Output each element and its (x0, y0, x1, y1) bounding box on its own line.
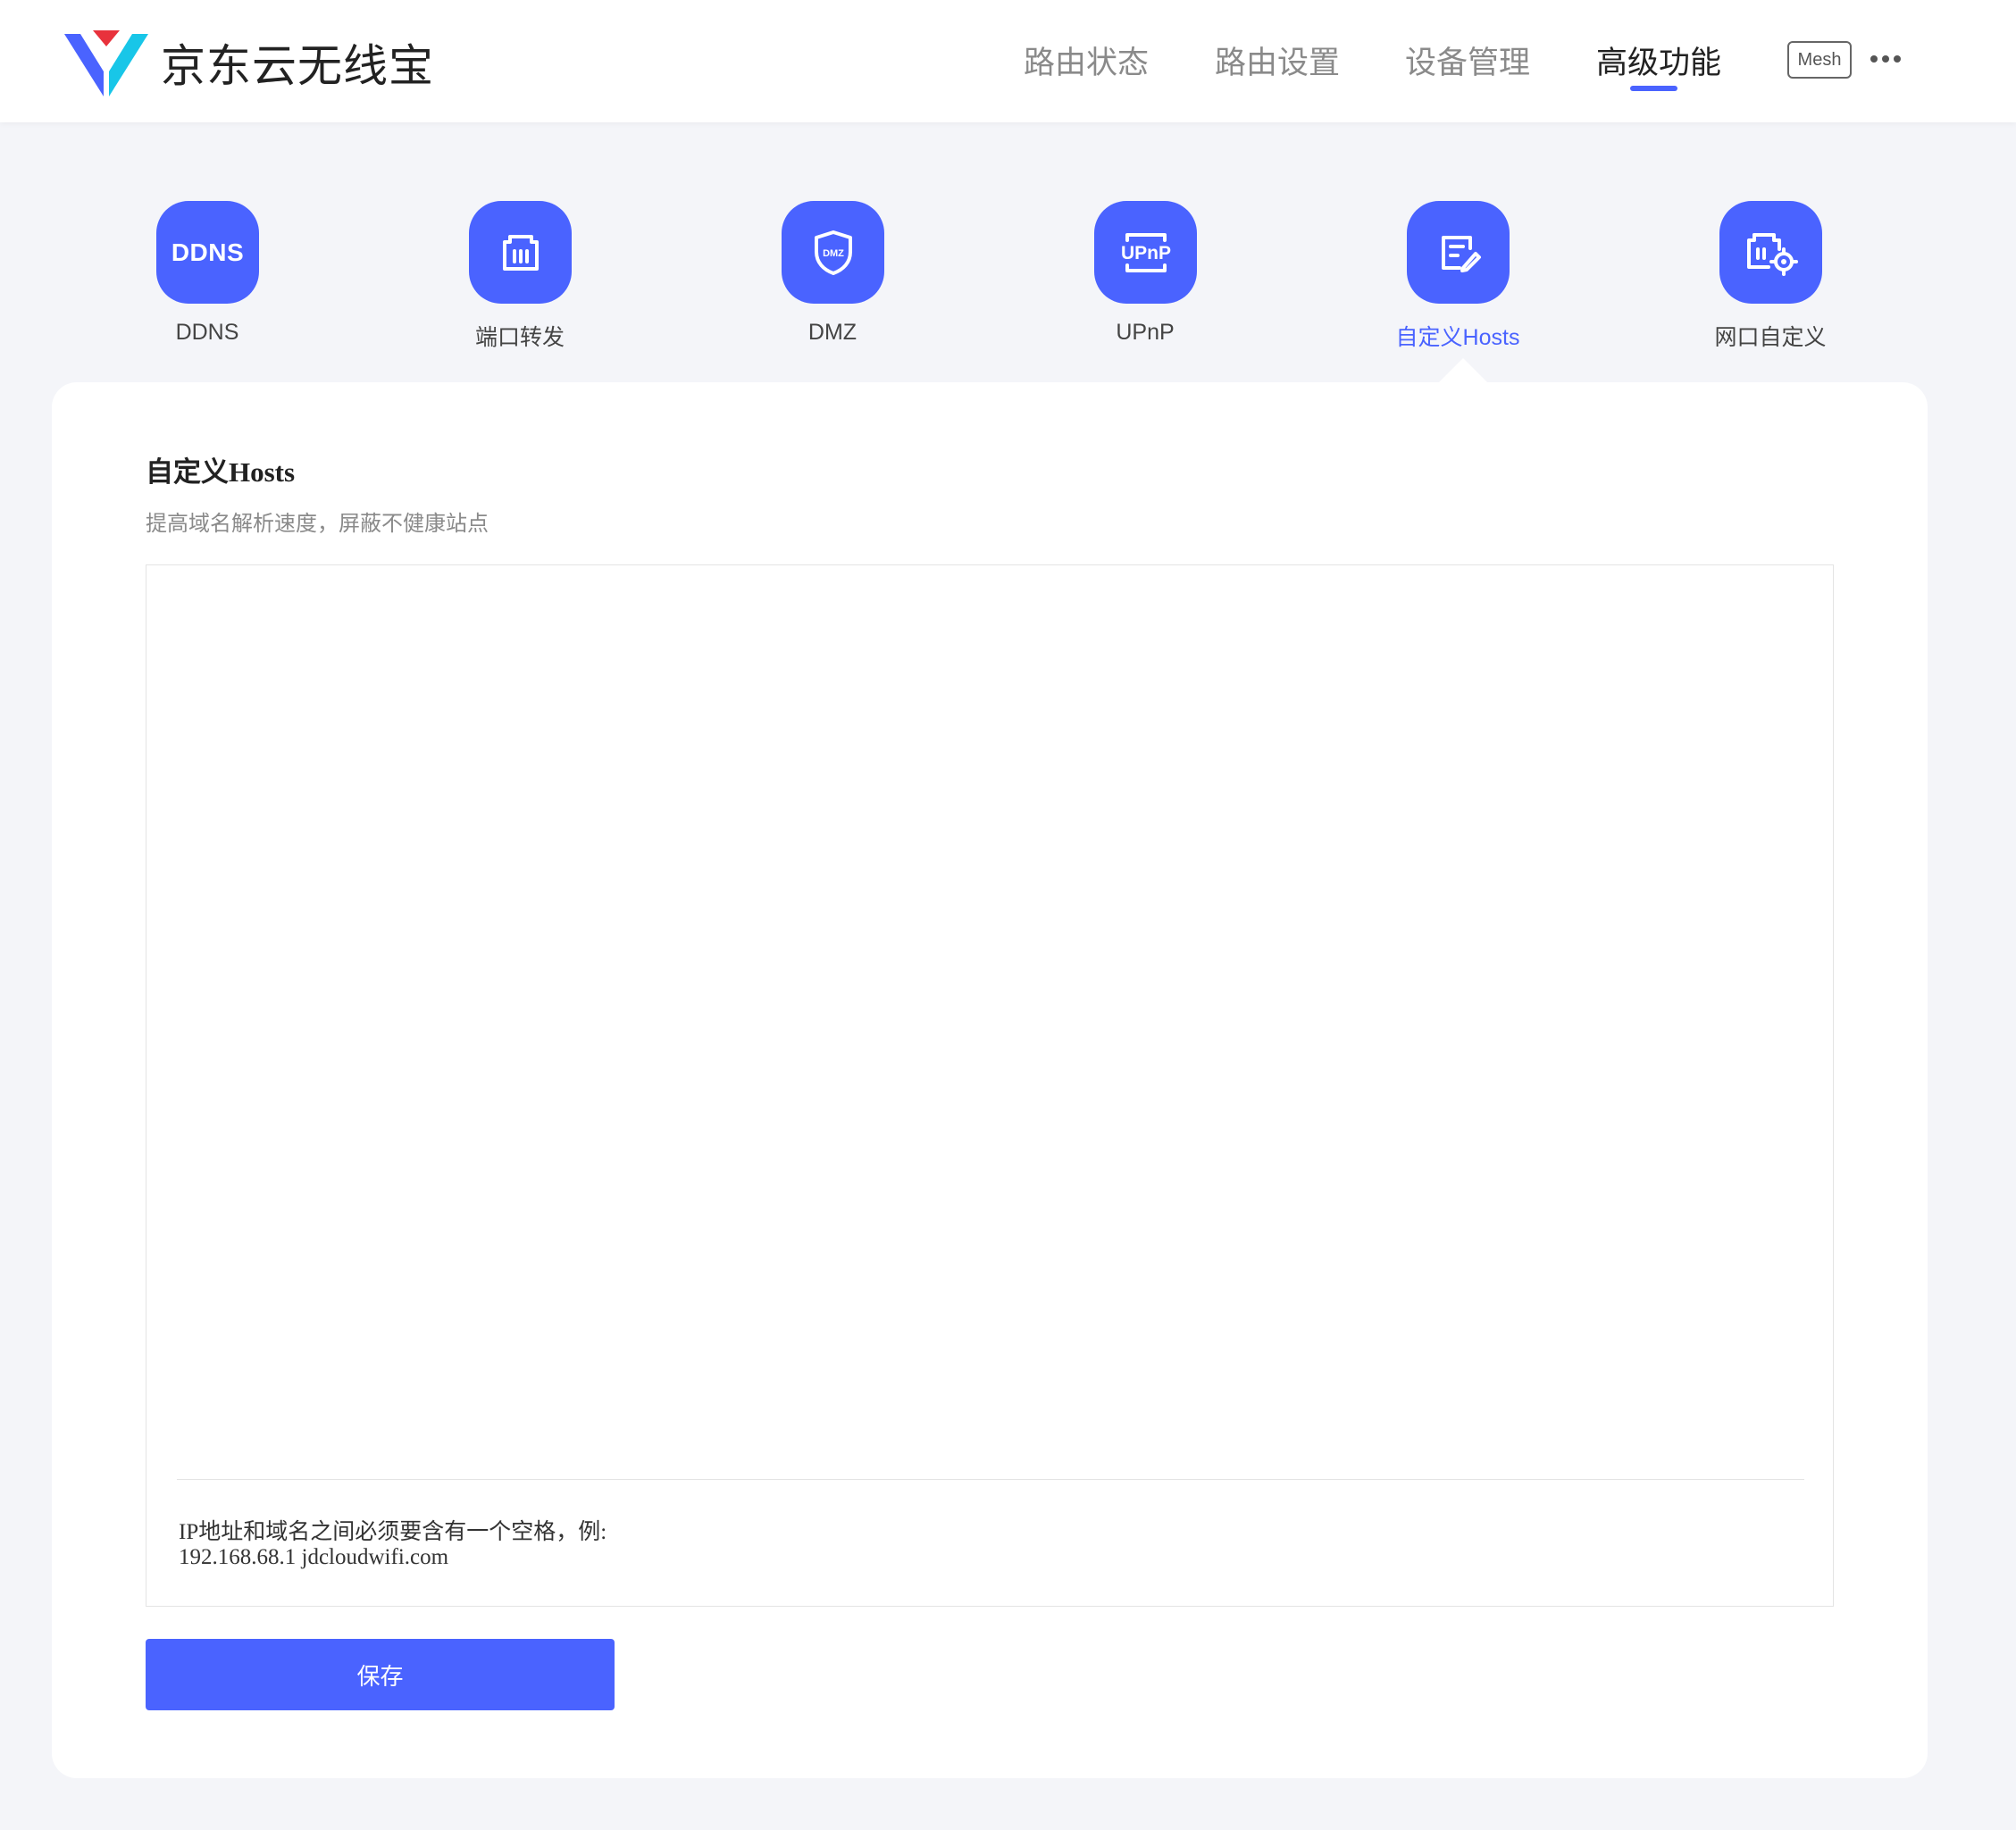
top-header: 京东云无线宝 路由状态 路由设置 设备管理 高级功能 Mesh (0, 0, 2016, 122)
main-nav: 路由状态 路由设置 设备管理 高级功能 (0, 0, 2016, 122)
feature-port-forwarding[interactable]: 端口转发 (408, 201, 632, 353)
feature-port-customize[interactable]: 网口自定义 (1659, 201, 1882, 353)
nav-item-device-management[interactable]: 设备管理 (1405, 38, 1530, 83)
hosts-divider (177, 1479, 1804, 1480)
feature-upnp[interactable]: UPnP UPnP (1033, 201, 1257, 353)
feature-label: 端口转发 (474, 325, 565, 350)
hosts-textarea[interactable] (146, 565, 1833, 1478)
nav-item-router-status[interactable]: 路由状态 (1024, 38, 1149, 83)
feature-label: DDNS (175, 320, 239, 345)
port-forward-icon (469, 201, 572, 304)
dmz-shield-icon: DMZ (782, 201, 884, 304)
section-title: 自定义Hosts (146, 456, 296, 488)
card-pointer (1438, 358, 1488, 383)
feature-dmz[interactable]: DMZ DMZ (721, 201, 944, 353)
feature-label: 自定义Hosts (1395, 325, 1520, 350)
nav-item-advanced[interactable]: 高级功能 (1596, 38, 1721, 83)
port-settings-icon (1719, 201, 1822, 304)
edit-hosts-icon (1407, 201, 1510, 304)
svg-text:DMZ: DMZ (823, 248, 844, 259)
more-dots-icon[interactable] (1870, 52, 1902, 66)
hosts-hint-example: 192.168.68.1 jdcloudwifi.com (179, 1545, 449, 1569)
feature-label: 网口自定义 (1714, 325, 1827, 350)
feature-ddns[interactable]: DDNS DDNS (96, 201, 319, 353)
save-button[interactable]: 保存 (146, 1639, 615, 1710)
nav-active-indicator (1630, 86, 1677, 91)
svg-text:UPnP: UPnP (1120, 243, 1170, 263)
hosts-hint: IP地址和域名之间必须要含有一个空格，例: (179, 1520, 607, 1544)
feature-label: UPnP (1116, 320, 1175, 345)
mesh-button[interactable]: Mesh (1787, 41, 1852, 79)
hosts-editor: IP地址和域名之间必须要含有一个空格，例: 192.168.68.1 jdclo… (146, 564, 1834, 1607)
feature-label: DMZ (807, 320, 857, 345)
section-subtitle: 提高域名解析速度，屏蔽不健康站点 (146, 512, 489, 536)
ddns-icon: DDNS (156, 201, 259, 304)
feature-custom-hosts[interactable]: 自定义Hosts (1346, 201, 1569, 353)
upnp-icon: UPnP (1094, 201, 1197, 304)
nav-item-router-settings[interactable]: 路由设置 (1215, 38, 1340, 83)
